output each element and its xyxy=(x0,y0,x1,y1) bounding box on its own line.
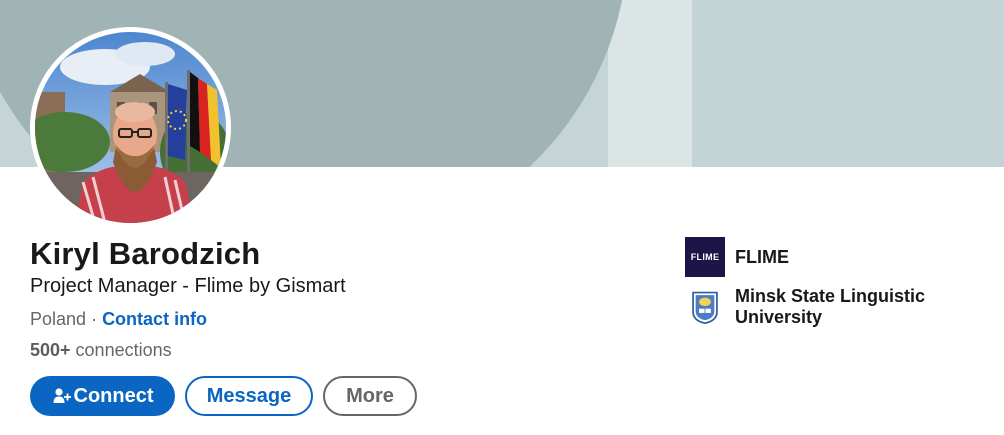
school-name: Minsk State Linguistic University xyxy=(735,286,926,327)
location-row: Poland · Contact info xyxy=(30,309,207,330)
more-label: More xyxy=(346,384,394,407)
profile-photo xyxy=(35,32,226,223)
company-name: FLIME xyxy=(735,246,789,267)
profile-name: Kiryl Barodzich xyxy=(30,236,261,271)
connect-button[interactable]: Connect xyxy=(30,376,175,416)
banner-right-panel xyxy=(692,0,1004,167)
connections-label: connections xyxy=(70,340,172,360)
profile-headline: Project Manager - Flime by Gismart xyxy=(30,275,346,297)
add-person-icon xyxy=(52,386,72,406)
university-crest-icon xyxy=(685,287,725,327)
contact-info-link[interactable]: Contact info xyxy=(102,309,207,329)
flime-logo-text: FLIME xyxy=(690,252,720,262)
avatar[interactable] xyxy=(30,27,231,228)
connections-row[interactable]: 500+ connections xyxy=(30,340,172,361)
more-button[interactable]: More xyxy=(323,376,417,416)
separator: · xyxy=(86,309,103,329)
message-label: Message xyxy=(206,384,292,407)
flime-logo-icon: FLIME xyxy=(685,237,725,277)
education-msu[interactable]: Minsk State Linguistic University xyxy=(685,286,955,328)
current-company-flime[interactable]: FLIME FLIME xyxy=(685,237,789,277)
message-button[interactable]: Message xyxy=(185,376,313,416)
connect-label: Connect xyxy=(73,384,154,407)
connections-count: 500+ xyxy=(30,340,71,360)
profile-location: Poland xyxy=(30,309,87,329)
banner-light-stripe xyxy=(608,0,692,167)
